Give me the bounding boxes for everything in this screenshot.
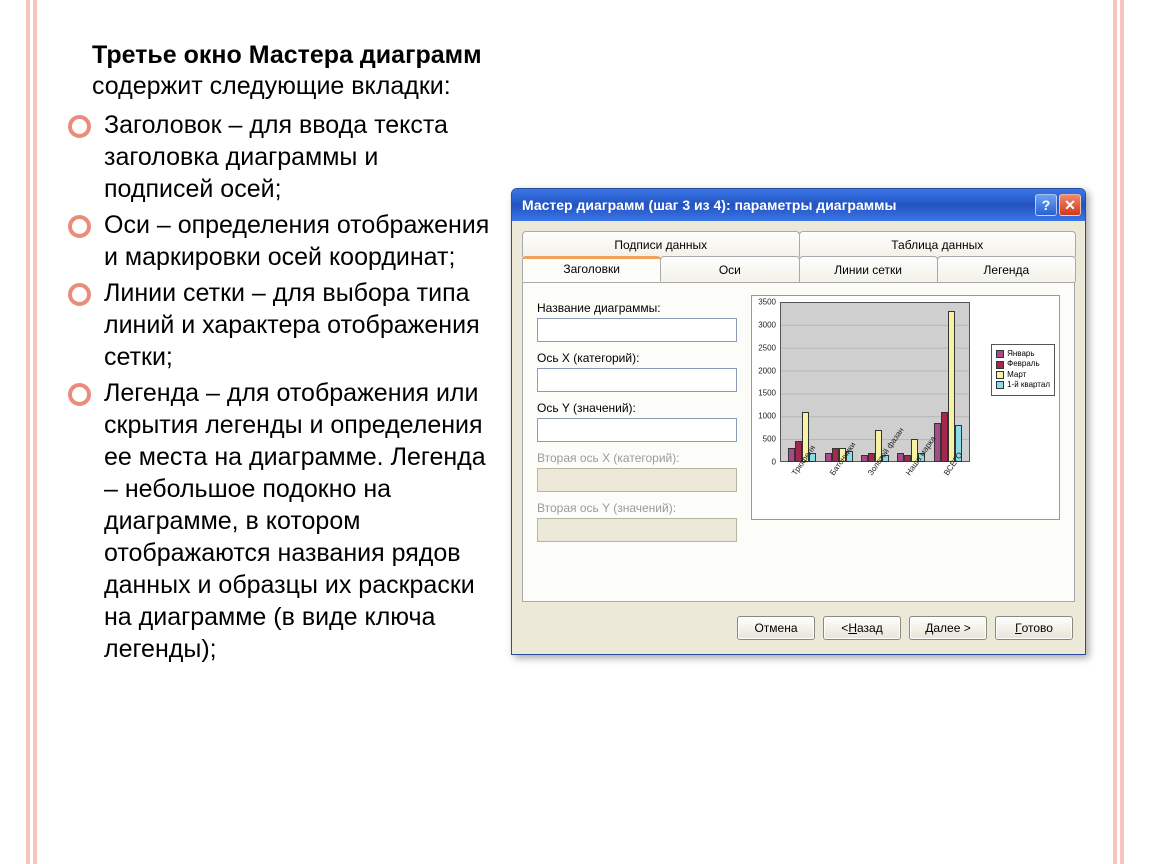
legend-label: Март	[1007, 370, 1026, 380]
decorative-bar	[1113, 0, 1117, 864]
legend-swatch	[996, 350, 1004, 358]
tab-data-table[interactable]: Таблица данных	[799, 231, 1077, 257]
list-item: Легенда – для отображения или скрытия ле…	[64, 377, 491, 665]
legend-label: Февраль	[1007, 359, 1040, 369]
tab-data-labels[interactable]: Подписи данных	[522, 231, 800, 257]
finish-button[interactable]: Готово	[995, 616, 1073, 640]
bar-groups	[780, 302, 970, 462]
legend-item: Февраль	[996, 359, 1050, 369]
decorative-bar	[33, 0, 37, 864]
list-item: Оси – определения отображения и маркиров…	[64, 209, 491, 273]
y-tick: 3000	[758, 320, 776, 329]
legend-label: 1-й квартал	[1007, 380, 1050, 390]
headline: Третье окно Мастера диаграмм содержит сл…	[92, 40, 491, 103]
legend-item: 1-й квартал	[996, 380, 1050, 390]
axis-y2-input	[537, 518, 737, 542]
axis-x-input[interactable]	[537, 368, 737, 392]
bar-group	[820, 302, 856, 462]
axis-x2-label: Вторая ось X (категорий):	[537, 451, 737, 465]
axis-x-label: Ось X (категорий):	[537, 351, 737, 365]
x-axis: ТрюфеляБатончикиЗолотой фазанНаша маркаВ…	[780, 466, 970, 514]
legend-swatch	[996, 381, 1004, 389]
cancel-button[interactable]: Отмена	[737, 616, 815, 640]
tab-gridlines[interactable]: Линии сетки	[799, 256, 938, 282]
list-item: Заголовок – для ввода текста заголовка д…	[64, 109, 491, 205]
y-tick: 2000	[758, 366, 776, 375]
legend-swatch	[996, 361, 1004, 369]
chart-title-label: Название диаграммы:	[537, 301, 737, 315]
bar	[825, 453, 832, 462]
legend-item: Март	[996, 370, 1050, 380]
tab-axes[interactable]: Оси	[660, 256, 799, 282]
legend-label: Январь	[1007, 349, 1034, 359]
y-tick: 1500	[758, 389, 776, 398]
bar	[897, 453, 904, 462]
close-button[interactable]: ✕	[1059, 194, 1081, 216]
axis-x2-input	[537, 468, 737, 492]
list-item: Линии сетки – для выбора типа линий и ха…	[64, 277, 491, 373]
tab-panel-titles: Название диаграммы: Ось X (категорий): О…	[522, 282, 1075, 602]
chart-wizard-dialog: Мастер диаграмм (шаг 3 из 4): параметры …	[511, 188, 1086, 655]
dialog-titlebar: Мастер диаграмм (шаг 3 из 4): параметры …	[512, 189, 1085, 221]
decorative-bar	[1120, 0, 1124, 864]
decorative-bar	[26, 0, 30, 864]
axis-y2-label: Вторая ось Y (значений):	[537, 501, 737, 515]
headline-bold: Третье окно Мастера диаграмм	[92, 41, 482, 69]
bar	[788, 448, 795, 462]
y-axis: 0500100015002000250030003500	[752, 302, 778, 462]
y-tick: 1000	[758, 412, 776, 421]
headline-rest: содержит следующие вкладки:	[92, 72, 451, 100]
legend-swatch	[996, 371, 1004, 379]
chart-preview: 0 500 1000 1500 2000 2500 3000 3500 ТрюфеляБато…	[751, 295, 1060, 520]
y-tick: 2500	[758, 343, 776, 352]
y-tick: 3500	[758, 298, 776, 307]
back-button[interactable]: < Назад	[823, 616, 901, 640]
tab-legend[interactable]: Легенда	[937, 256, 1076, 282]
bar	[861, 455, 868, 462]
bullet-list: Заголовок – для ввода текста заголовка д…	[64, 109, 491, 665]
axis-y-input[interactable]	[537, 418, 737, 442]
bar	[948, 311, 955, 462]
next-button[interactable]: Далее >	[909, 616, 987, 640]
y-tick: 0	[772, 458, 776, 467]
chart-title-input[interactable]	[537, 318, 737, 342]
axis-y-label: Ось Y (значений):	[537, 401, 737, 415]
bar-group	[784, 302, 820, 462]
help-button[interactable]: ?	[1035, 194, 1057, 216]
y-tick: 500	[763, 435, 776, 444]
tab-titles[interactable]: Заголовки	[522, 256, 661, 282]
dialog-title: Мастер диаграмм (шаг 3 из 4): параметры …	[522, 197, 896, 213]
bar-group	[857, 302, 893, 462]
bar	[941, 412, 948, 462]
legend-item: Январь	[996, 349, 1050, 359]
chart-legend: ЯнварьФевральМарт1-й квартал	[991, 344, 1055, 396]
